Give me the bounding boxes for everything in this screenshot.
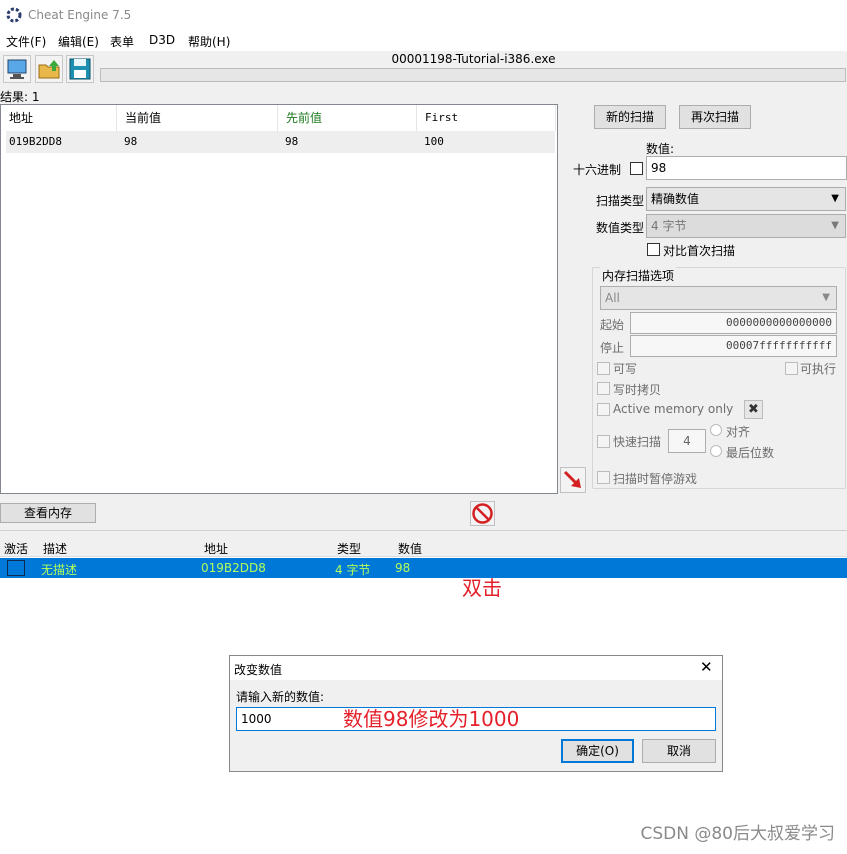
cheat-engine-logo-icon — [6, 7, 22, 23]
splitter[interactable] — [0, 530, 847, 534]
cancel-button[interactable]: 取消 — [642, 739, 716, 763]
process-name: 00001198-Tutorial-i386.exe — [391, 52, 556, 66]
address-value: 019B2DD8 — [201, 561, 266, 575]
stop-scan-button[interactable] — [470, 501, 495, 526]
close-icon[interactable]: ✕ — [700, 658, 713, 676]
executable-checkbox[interactable] — [785, 362, 798, 375]
value-type-value: 4 字节 — [651, 219, 687, 233]
row-current: 98 — [124, 135, 138, 148]
scan-type-select[interactable]: 精确数值 ▼ — [646, 187, 846, 211]
region-select[interactable]: All ▼ — [600, 286, 837, 310]
menu-file[interactable]: 文件(F) — [6, 33, 46, 50]
table-row[interactable] — [6, 131, 555, 153]
memory-options-title: 内存扫描选项 — [600, 267, 677, 284]
menu-table[interactable]: 表单 — [110, 33, 134, 50]
add-to-list-button[interactable] — [560, 467, 586, 493]
address-list-header: 激活 描述 地址 类型 数值 — [0, 537, 847, 557]
double-click-annotation: 双击 — [462, 576, 502, 600]
address-description: 无描述 — [41, 563, 78, 577]
scan-results-list[interactable]: 地址 当前值 先前值 First 019B2DD8 98 98 100 — [0, 104, 558, 494]
last-digits-label: 最后位数 — [726, 446, 775, 460]
scan-type-value: 精确数值 — [651, 192, 700, 206]
start-label: 起始 — [600, 318, 625, 332]
last-digits-radio[interactable] — [710, 445, 722, 457]
scan-value-input[interactable]: 98 — [646, 156, 847, 180]
compare-first-label: 对比首次扫描 — [663, 244, 736, 258]
column-header-active[interactable]: 激活 — [4, 540, 28, 557]
dialog-prompt: 请输入新的数值: — [236, 690, 325, 704]
column-header-type[interactable]: 类型 — [337, 540, 361, 557]
fast-scan-label: 快速扫描 — [613, 435, 662, 449]
column-header-description[interactable]: 描述 — [43, 540, 67, 557]
view-memory-button[interactable]: 查看内存 — [0, 503, 96, 523]
cheat-engine-window: Cheat Engine 7.5 文件(F) 编辑(E) 表单 D3D 帮助(H… — [0, 0, 847, 600]
active-checkbox[interactable] — [7, 560, 25, 576]
stop-address-input[interactable]: 00007fffffffffff — [630, 335, 837, 357]
column-header-addr[interactable]: 地址 — [204, 540, 228, 557]
pause-game-label: 扫描时暂停游戏 — [613, 472, 698, 486]
results-count: 结果: 1 — [0, 90, 40, 104]
column-header-first[interactable]: First — [417, 105, 556, 131]
value-type-select[interactable]: 4 字节 ▼ — [646, 214, 846, 238]
menu-help[interactable]: 帮助(H) — [188, 33, 230, 50]
hex-checkbox[interactable] — [630, 162, 643, 175]
dialog-title: 改变数值 — [234, 663, 283, 677]
active-memory-label: Active memory only — [613, 402, 734, 416]
value-type-label: 数值类型 — [596, 221, 645, 235]
row-previous: 98 — [285, 135, 299, 148]
menu-d3d[interactable]: D3D — [149, 33, 175, 47]
arrow-down-right-icon — [563, 470, 581, 488]
start-address-input[interactable]: 0000000000000000 — [630, 312, 837, 334]
column-header-current[interactable]: 当前值 — [117, 105, 278, 131]
writable-checkbox[interactable] — [597, 362, 610, 375]
hex-label: 十六进制 — [573, 163, 622, 177]
fast-scan-alignment-input[interactable]: 4 — [668, 429, 706, 453]
next-scan-button[interactable]: 再次扫描 — [679, 105, 751, 129]
address-current-value: 98 — [395, 561, 411, 575]
watermark: CSDN @80后大叔爱学习 — [640, 824, 835, 844]
column-header-previous[interactable]: 先前值 — [278, 105, 417, 131]
open-process-button[interactable] — [3, 55, 31, 83]
scan-type-label: 扫描类型 — [596, 194, 645, 208]
ok-button[interactable]: 确定(O) — [561, 739, 634, 763]
chevron-down-icon: ▼ — [831, 193, 839, 204]
menu-bar: 文件(F) 编辑(E) 表单 D3D 帮助(H) — [0, 31, 847, 51]
active-memory-checkbox[interactable] — [597, 403, 610, 416]
align-label: 对齐 — [726, 425, 751, 439]
region-value: All — [605, 291, 620, 305]
address-type: 4 字节 — [335, 563, 371, 577]
window-title: Cheat Engine 7.5 — [28, 8, 132, 22]
computer-icon — [7, 59, 27, 79]
row-first: 100 — [424, 135, 444, 148]
copy-on-write-checkbox[interactable] — [597, 382, 610, 395]
scan-progress-bar — [100, 68, 846, 82]
folder-open-icon — [38, 60, 60, 79]
table-row[interactable]: 无描述 019B2DD8 4 字节 98 — [0, 558, 847, 578]
dialog-title-bar: 改变数值 ✕ — [230, 656, 722, 680]
chevron-down-icon: ▼ — [831, 220, 839, 231]
title-bar: Cheat Engine 7.5 — [0, 0, 847, 31]
value-label: 数值: — [646, 142, 675, 156]
writable-label: 可写 — [613, 362, 638, 376]
close-icon[interactable]: ✖ — [744, 400, 763, 419]
row-address: 019B2DD8 — [9, 135, 62, 148]
compare-first-checkbox[interactable] — [647, 243, 660, 256]
column-header-value[interactable]: 数值 — [398, 540, 422, 557]
executable-label: 可执行 — [800, 362, 837, 376]
chevron-down-icon: ▼ — [822, 292, 830, 303]
pause-game-checkbox[interactable] — [597, 471, 610, 484]
fast-scan-checkbox[interactable] — [597, 435, 610, 448]
open-file-button[interactable] — [35, 55, 63, 83]
menu-edit[interactable]: 编辑(E) — [58, 33, 99, 50]
new-scan-button[interactable]: 新的扫描 — [594, 105, 666, 129]
no-entry-icon — [472, 503, 493, 524]
column-header-address[interactable]: 地址 — [1, 105, 117, 131]
align-radio[interactable] — [710, 424, 722, 436]
stop-label: 停止 — [600, 341, 625, 355]
change-value-annotation: 数值98修改为1000 — [343, 707, 520, 731]
copy-on-write-label: 写时拷贝 — [613, 383, 662, 397]
save-button[interactable] — [66, 55, 94, 83]
floppy-disk-icon — [69, 58, 91, 80]
